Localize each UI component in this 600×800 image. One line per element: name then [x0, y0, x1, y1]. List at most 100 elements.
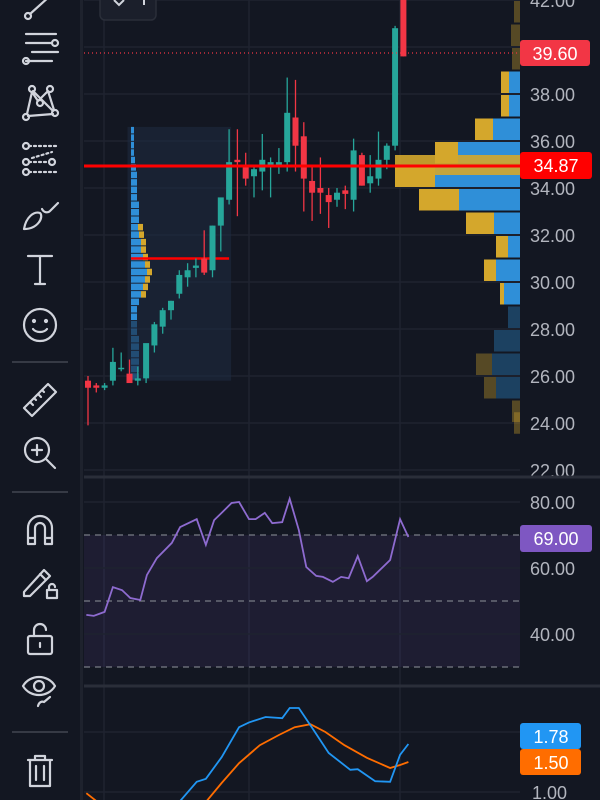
candle [85, 376, 91, 426]
brush-tool[interactable] [18, 193, 62, 237]
candle-body [325, 195, 332, 203]
candle-body [375, 159, 382, 179]
fixed-range-profile-bar [131, 194, 137, 201]
horizontal-lines-icon [21, 32, 60, 66]
candle-body [176, 274, 183, 294]
volume-profile-up-bar [496, 259, 520, 281]
fixed-range-profile-bar [131, 335, 139, 343]
candle-body [317, 188, 324, 193]
fixed-range-profile-bar [131, 350, 139, 358]
fib-channel-icon [21, 141, 59, 177]
fixed-range-profile-bar [131, 201, 139, 209]
candle [118, 352, 125, 372]
fixed-range-profile-bar [131, 276, 145, 283]
smiley-icon [22, 307, 58, 343]
fixed-range-profile-down-bar [138, 223, 143, 231]
volume-profile-down-bar [500, 283, 504, 305]
volume-profile-up-bar [494, 330, 520, 352]
measure-tool[interactable] [18, 378, 62, 422]
fixed-range-profile-bar [131, 209, 139, 216]
last-price-label: 34.87 [533, 156, 578, 176]
ruler-icon [22, 382, 58, 418]
trash-icon [26, 754, 54, 788]
fixed-range-profile-bar [131, 186, 137, 194]
volume-profile-up-bar [509, 71, 520, 93]
volume-profile-up-bar [493, 118, 520, 140]
candle [93, 383, 100, 393]
fixed-range-profile-bar [131, 134, 134, 141]
volume-profile-down-bar [476, 353, 492, 375]
rsi-pane[interactable]: 80.00 60.00 40.00 69.00 [84, 493, 592, 668]
pencil-lock-icon [22, 568, 59, 600]
volume-profile-up-bar [459, 189, 520, 211]
text-icon [26, 254, 54, 286]
high-price-label: 39.60 [532, 44, 577, 64]
candle-body [93, 385, 100, 388]
candle [400, 0, 407, 57]
toolbar-divider [12, 731, 68, 733]
text-tool[interactable] [18, 248, 62, 292]
pattern-tool[interactable] [18, 81, 62, 125]
volume-profile-down-bar [501, 71, 509, 93]
candle-body [192, 265, 199, 268]
chart-canvas[interactable]: 42.00 40.00 38.00 36.00 34.00 32.00 30.00 28.00… [0, 0, 600, 800]
candle [375, 131, 382, 186]
macd-value-label: 1.78 [533, 727, 568, 747]
rsi-axis-label: 60.00 [530, 559, 575, 579]
candle-body [251, 169, 257, 177]
candle-body [134, 378, 141, 381]
fixed-range-profile-down-bar [143, 283, 148, 291]
candle [275, 148, 282, 174]
xabcd-pattern-icon [21, 84, 60, 122]
fixed-range-profile-bar [131, 298, 139, 306]
stay-in-drawing-mode-tool[interactable] [18, 560, 62, 604]
toolbar-divider [12, 361, 68, 363]
candle [358, 152, 365, 186]
volume-profile-up-bar [496, 377, 520, 399]
remove-drawings-tool[interactable] [18, 748, 62, 792]
rsi-axis-label: 80.00 [530, 493, 575, 513]
candle-body [400, 0, 407, 57]
candle [251, 164, 257, 198]
volume-profile-down-bar [475, 118, 493, 140]
candle [101, 383, 108, 391]
candle-body [383, 145, 390, 160]
price-axis[interactable]: 42.0040.0038.0036.0034.0032.0030.0028.00… [530, 0, 575, 481]
candle-body [85, 380, 91, 388]
fib-channel-tool[interactable] [18, 138, 62, 182]
candle-body [151, 324, 158, 346]
fixed-range-profile-bar [131, 268, 147, 276]
magnet-tool[interactable] [18, 508, 62, 552]
hide-drawings-tool[interactable] [18, 668, 62, 712]
volume-profile-down-bar [514, 412, 520, 434]
fixed-range-profile-down-bar [139, 231, 144, 238]
fixed-range-profile-bar [131, 291, 141, 298]
horizontal-lines-tool[interactable] [18, 26, 62, 70]
price-axis-label: 26.00 [530, 367, 575, 387]
volume-profile-down-bar [419, 189, 459, 211]
candle [242, 152, 249, 186]
candle-body [184, 270, 191, 278]
zoom-in-tool[interactable] [18, 431, 62, 475]
high-price-tag: 39.60 [520, 40, 590, 66]
price-axis-label: 42.00 [530, 0, 575, 11]
candle-body [358, 155, 365, 186]
candle [350, 138, 357, 212]
candle [143, 343, 150, 384]
candle-body [201, 258, 208, 273]
macd-pane[interactable]: 1.00 1.78 1.50 [84, 707, 581, 800]
volume-profile-up-bar [508, 236, 520, 258]
volume-profile-up-bar [508, 306, 520, 328]
fixed-range-profile-bar [131, 320, 137, 328]
candle-body [367, 176, 374, 184]
price-axis-label: 34.00 [530, 179, 575, 199]
price-axis-label: 36.00 [530, 132, 575, 152]
magnet-icon [26, 514, 54, 546]
volume-profile-down-bar [501, 95, 509, 117]
top-floating-button[interactable] [99, 0, 157, 21]
emoji-tool[interactable] [18, 303, 62, 347]
last-price-tag: 34.87 [520, 152, 592, 179]
lock-drawings-tool[interactable] [18, 616, 62, 660]
candle-body [300, 136, 307, 179]
eye-icon [21, 675, 57, 708]
